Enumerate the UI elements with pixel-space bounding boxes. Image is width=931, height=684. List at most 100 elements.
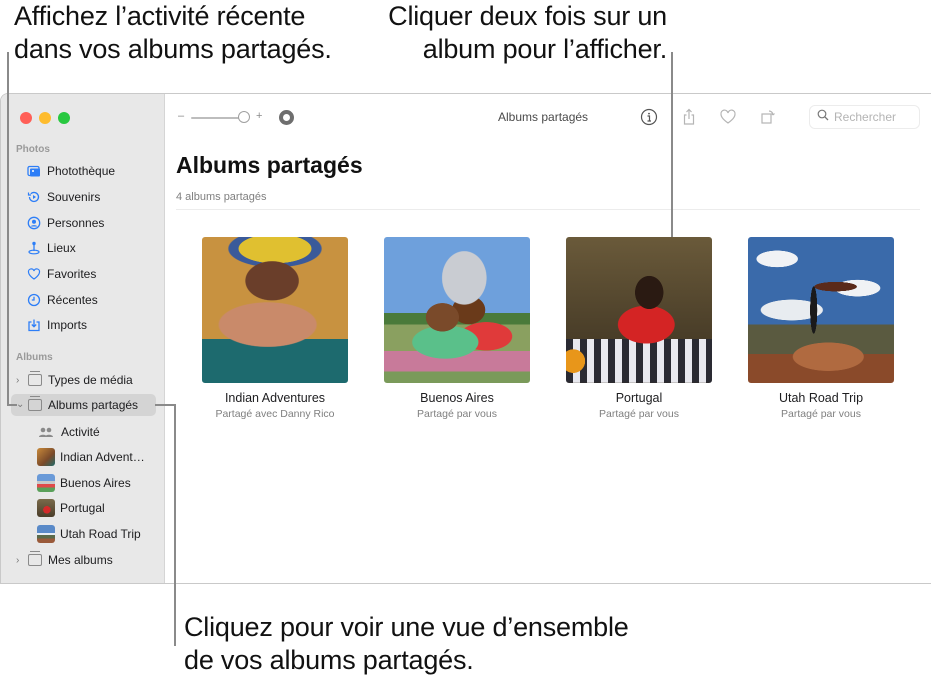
sidebar-item-label: Favorites — [47, 267, 97, 281]
callout-leader-open-album — [671, 52, 673, 237]
callout-line: dans vos albums partagés. — [14, 34, 332, 64]
photos-window: Photos Photothèque Souvenirs Personnes L… — [0, 93, 931, 584]
rotate-icon[interactable] — [758, 107, 778, 127]
callout-line: Cliquer deux fois sur un — [388, 1, 667, 31]
album-shared-status: Partagé par vous — [417, 408, 497, 420]
close-button[interactable] — [20, 112, 32, 124]
toolbar-title: Albums partagés — [498, 110, 589, 124]
heart-icon — [27, 267, 41, 281]
album-thumbnail — [37, 525, 55, 543]
sidebar-item-portugal[interactable]: Portugal — [1, 497, 165, 519]
share-icon[interactable] — [679, 107, 699, 127]
zoom-out-button[interactable]: – — [178, 110, 184, 122]
folder-icon — [28, 371, 42, 386]
album-name: Indian Adventures — [224, 391, 326, 405]
sidebar-item-library[interactable]: Photothèque — [1, 160, 165, 182]
page-title: Albums partagés — [176, 152, 363, 178]
clock-icon — [27, 293, 41, 307]
import-icon — [27, 318, 41, 332]
photo-library-icon — [27, 164, 41, 178]
callout-activity: Affichez l’activité récente dans vos alb… — [14, 0, 332, 66]
album-card-portugal[interactable]: Portugal Partagé par vous — [566, 237, 712, 420]
album-name: Utah Road Trip — [778, 391, 864, 405]
album-cover[interactable] — [202, 237, 348, 383]
sidebar-item-label: Photothèque — [47, 164, 116, 178]
sidebar-item-indian-adventures[interactable]: Indian Advent… — [1, 446, 165, 468]
callout-open-album: Cliquer deux fois sur un album pour l’af… — [370, 0, 667, 66]
sidebar-item-places[interactable]: Lieux — [1, 237, 165, 259]
album-cover[interactable] — [748, 237, 894, 383]
sidebar-item-imports[interactable]: Imports — [1, 314, 165, 336]
chevron-right-icon[interactable]: › — [16, 555, 19, 566]
sidebar-item-recents[interactable]: Récentes — [1, 289, 165, 311]
sidebar-item-label: Imports — [47, 318, 88, 332]
zoom-button[interactable] — [58, 112, 70, 124]
info-icon[interactable] — [639, 107, 659, 127]
sidebar-item-my-albums[interactable]: › Mes albums — [1, 549, 165, 571]
traffic-lights — [20, 112, 70, 124]
chevron-right-icon[interactable]: › — [16, 375, 19, 386]
sidebar-item-buenos-aires[interactable]: Buenos Aires — [1, 472, 165, 494]
album-thumbnail — [37, 474, 55, 492]
album-shared-status: Partagé par vous — [599, 408, 679, 420]
sidebar-item-label: Mes albums — [48, 553, 113, 567]
sidebar-item-label: Souvenirs — [47, 190, 101, 204]
album-name: Portugal — [615, 391, 663, 405]
sidebar-item-label: Indian Advent… — [60, 450, 145, 464]
divider — [176, 209, 920, 210]
album-cover[interactable] — [566, 237, 712, 383]
zoom-slider-knob[interactable] — [238, 111, 250, 123]
sidebar-item-people[interactable]: Personnes — [1, 212, 165, 234]
callout-line: de vos albums partagés. — [184, 645, 474, 675]
album-card-utah-road-trip[interactable]: Utah Road Trip Partagé par vous — [748, 237, 894, 420]
search-field[interactable] — [809, 105, 920, 129]
sidebar-item-label: Portugal — [60, 501, 105, 515]
album-thumbnail — [37, 448, 55, 466]
album-card-buenos-aires[interactable]: Buenos Aires Partagé par vous — [384, 237, 530, 420]
minimize-button[interactable] — [39, 112, 51, 124]
people-icon — [38, 426, 54, 438]
callout-leader-activity-tick — [7, 404, 17, 406]
album-card-indian-adventures[interactable]: Indian Adventures Partagé avec Danny Ric… — [202, 237, 348, 420]
sidebar-item-label: Buenos Aires — [60, 476, 131, 490]
callout-leader-overview — [174, 404, 176, 646]
callout-line: Affichez l’activité récente — [14, 1, 306, 31]
folder-icon — [28, 551, 42, 566]
sidebar-item-label: Albums partagés — [48, 398, 139, 412]
sidebar-item-memories[interactable]: Souvenirs — [1, 186, 165, 208]
search-icon — [817, 108, 829, 126]
sidebar-section-albums: Albums — [16, 352, 53, 363]
person-icon — [27, 216, 41, 230]
chevron-down-icon[interactable]: ⌄ — [16, 399, 24, 410]
callout-leader-overview-tick — [155, 404, 175, 406]
sidebar-item-label: Lieux — [47, 241, 76, 255]
sidebar-item-media-types[interactable]: › Types de média — [1, 369, 165, 391]
memories-icon — [27, 190, 41, 204]
album-count: 4 albums partagés — [176, 191, 267, 203]
sidebar-item-label: Utah Road Trip — [60, 527, 141, 541]
memories-button[interactable] — [279, 110, 294, 125]
sidebar-item-label: Types de média — [48, 373, 133, 387]
callout-line: album pour l’afficher. — [422, 34, 667, 64]
sidebar-item-label: Activité — [61, 425, 100, 439]
search-input[interactable] — [834, 110, 914, 124]
album-name: Buenos Aires — [420, 391, 494, 405]
zoom-in-button[interactable]: + — [256, 110, 262, 122]
shared-folder-icon — [28, 396, 42, 411]
album-shared-status: Partagé avec Danny Rico — [215, 408, 335, 420]
sidebar-item-label: Récentes — [47, 293, 98, 307]
sidebar-item-shared-albums[interactable]: ⌄ Albums partagés — [11, 394, 156, 416]
sidebar-item-utah-road-trip[interactable]: Utah Road Trip — [1, 523, 165, 545]
sidebar-item-activity[interactable]: Activité — [1, 421, 165, 443]
callout-overview: Cliquez pour voir une vue d’ensemble de … — [184, 611, 629, 677]
callout-line: Cliquez pour voir une vue d’ensemble — [184, 612, 629, 642]
sidebar-item-favorites[interactable]: Favorites — [1, 263, 165, 285]
sidebar-section-photos: Photos — [16, 144, 50, 155]
heart-icon[interactable] — [718, 107, 738, 127]
album-shared-status: Partagé par vous — [781, 408, 861, 420]
album-thumbnail — [37, 499, 55, 517]
callout-leader-activity — [7, 52, 9, 406]
sidebar-item-label: Personnes — [47, 216, 105, 230]
places-icon — [27, 241, 41, 255]
album-cover[interactable] — [384, 237, 530, 383]
